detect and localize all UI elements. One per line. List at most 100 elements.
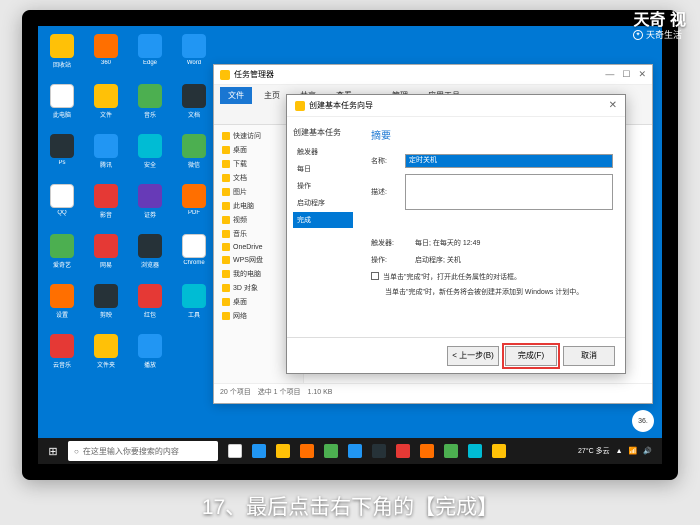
desktop-icon[interactable]: 证券 — [132, 184, 168, 226]
app-icon — [138, 84, 162, 108]
icon-label: 微信 — [176, 160, 212, 169]
desktop-icon[interactable]: 360 — [88, 34, 124, 76]
folder-icon — [222, 202, 230, 210]
search-icon: ○ — [74, 447, 79, 456]
desktop-icon[interactable]: 微信 — [176, 134, 212, 176]
desktop-icon[interactable]: 文档 — [176, 84, 212, 126]
tutorial-caption: 17、最后点击右下角的【完成】 — [0, 491, 700, 521]
app-icon — [138, 134, 162, 158]
desktop-icon[interactable]: 文件夹 — [88, 334, 124, 376]
wizard-step[interactable]: 每日 — [293, 161, 353, 177]
status-bar: 20 个项目 选中 1 个项目 1.10 KB — [214, 383, 652, 399]
desktop-icon[interactable]: Chrome — [176, 234, 212, 276]
desktop-icon[interactable]: 影音 — [88, 184, 124, 226]
search-input[interactable]: ○ 在这里输入你要搜索的内容 — [68, 441, 218, 461]
desktop-icon[interactable]: 红包 — [132, 284, 168, 326]
folder-icon — [222, 270, 230, 278]
wizard-content: 摘要 名称: 定时关机 描述: 触发器: 每日; 在每天的 1 — [359, 117, 625, 337]
app-icon — [138, 334, 162, 358]
taskbar-app[interactable] — [248, 440, 270, 462]
desktop-icon[interactable]: 剪映 — [88, 284, 124, 326]
desktop-icon[interactable]: 播放 — [132, 334, 168, 376]
icon-label: 工具 — [176, 310, 212, 319]
weather-badge[interactable]: 36. — [632, 410, 654, 432]
taskbar-app[interactable] — [224, 440, 246, 462]
wizard-step[interactable]: 触发器 — [293, 144, 353, 160]
window-titlebar[interactable]: 任务管理器 — ☐ ✕ — [214, 65, 652, 85]
taskbar-app[interactable] — [464, 440, 486, 462]
cancel-button[interactable]: 取消 — [563, 346, 615, 366]
app-icon — [420, 444, 434, 458]
taskbar-app[interactable] — [296, 440, 318, 462]
icon-label: 腾讯 — [88, 160, 124, 169]
tab-home[interactable]: 主页 — [256, 87, 288, 104]
taskbar-app[interactable] — [488, 440, 510, 462]
app-icon — [94, 334, 118, 358]
volume-icon[interactable]: 🔊 — [643, 447, 652, 455]
desktop-icon[interactable]: 腾讯 — [88, 134, 124, 176]
app-icon — [182, 184, 206, 208]
finish-button[interactable]: 完成(F) — [505, 346, 557, 366]
icon-label: 安全 — [132, 160, 168, 169]
dialog-titlebar[interactable]: 创建基本任务向导 ✕ — [287, 95, 625, 117]
wizard-step[interactable]: 启动程序 — [293, 195, 353, 211]
taskbar-app[interactable] — [344, 440, 366, 462]
trigger-value: 每日; 在每天的 12:49 — [415, 238, 480, 249]
taskbar-app[interactable] — [416, 440, 438, 462]
desktop-icon[interactable]: 音乐 — [132, 84, 168, 126]
dialog-title: 创建基本任务向导 — [309, 100, 373, 111]
app-icon — [468, 444, 482, 458]
taskbar-app[interactable] — [272, 440, 294, 462]
icon-label: Edge — [132, 60, 168, 66]
wizard-step[interactable]: 完成 — [293, 212, 353, 228]
globe-icon: ✦ — [633, 30, 643, 40]
taskbar-app[interactable] — [392, 440, 414, 462]
desktop-icon[interactable]: QQ — [44, 184, 80, 226]
taskbar-app[interactable] — [440, 440, 462, 462]
network-icon[interactable]: 📶 — [629, 447, 638, 455]
desktop-icon[interactable]: 设置 — [44, 284, 80, 326]
weather-text[interactable]: 27°C 多云 — [578, 446, 610, 456]
tab-file[interactable]: 文件 — [220, 87, 252, 104]
taskbar-app[interactable] — [320, 440, 342, 462]
desktop-icon[interactable]: Edge — [132, 34, 168, 76]
desktop-icon[interactable]: 回收站 — [44, 34, 80, 76]
desktop-icon[interactable]: 此电脑 — [44, 84, 80, 126]
desktop-icon[interactable]: 浏览器 — [132, 234, 168, 276]
wizard-step[interactable]: 操作 — [293, 178, 353, 194]
tray-icon[interactable]: ▲ — [616, 448, 623, 455]
desktop-icon[interactable]: 网易 — [88, 234, 124, 276]
app-icon — [324, 444, 338, 458]
app-icon — [372, 444, 386, 458]
desc-label: 描述: — [371, 187, 399, 197]
minimize-button[interactable]: — — [605, 69, 614, 80]
desktop-icon[interactable]: 云音乐 — [44, 334, 80, 376]
maximize-button[interactable]: ☐ — [622, 69, 630, 80]
desktop-icon[interactable]: Ps — [44, 134, 80, 176]
desc-textarea[interactable] — [405, 174, 613, 210]
system-tray[interactable]: 27°C 多云 ▲ 📶 🔊 — [578, 446, 658, 456]
app-icon — [138, 284, 162, 308]
desktop-icon[interactable]: PDF — [176, 184, 212, 226]
desktop-icon[interactable]: 爱奇艺 — [44, 234, 80, 276]
app-icon — [182, 84, 206, 108]
close-icon[interactable]: ✕ — [609, 100, 617, 111]
app-icon — [50, 34, 74, 58]
desktop-icon[interactable]: 文件 — [88, 84, 124, 126]
folder-icon — [222, 216, 230, 224]
close-button[interactable]: ✕ — [638, 69, 646, 80]
icon-label: Word — [176, 60, 212, 66]
desktop-icon[interactable]: 安全 — [132, 134, 168, 176]
app-icon — [50, 234, 74, 258]
back-button[interactable]: < 上一步(B) — [447, 346, 499, 366]
app-icon — [300, 444, 314, 458]
icon-label: Chrome — [176, 260, 212, 266]
start-button[interactable]: ⊞ — [42, 440, 64, 462]
icon-label: PDF — [176, 210, 212, 216]
desktop-icon[interactable]: 工具 — [176, 284, 212, 326]
name-input[interactable]: 定时关机 — [405, 154, 613, 168]
checkbox[interactable] — [371, 272, 379, 280]
taskbar-app[interactable] — [368, 440, 390, 462]
icon-label: 云音乐 — [44, 360, 80, 369]
desktop-icon[interactable]: Word — [176, 34, 212, 76]
